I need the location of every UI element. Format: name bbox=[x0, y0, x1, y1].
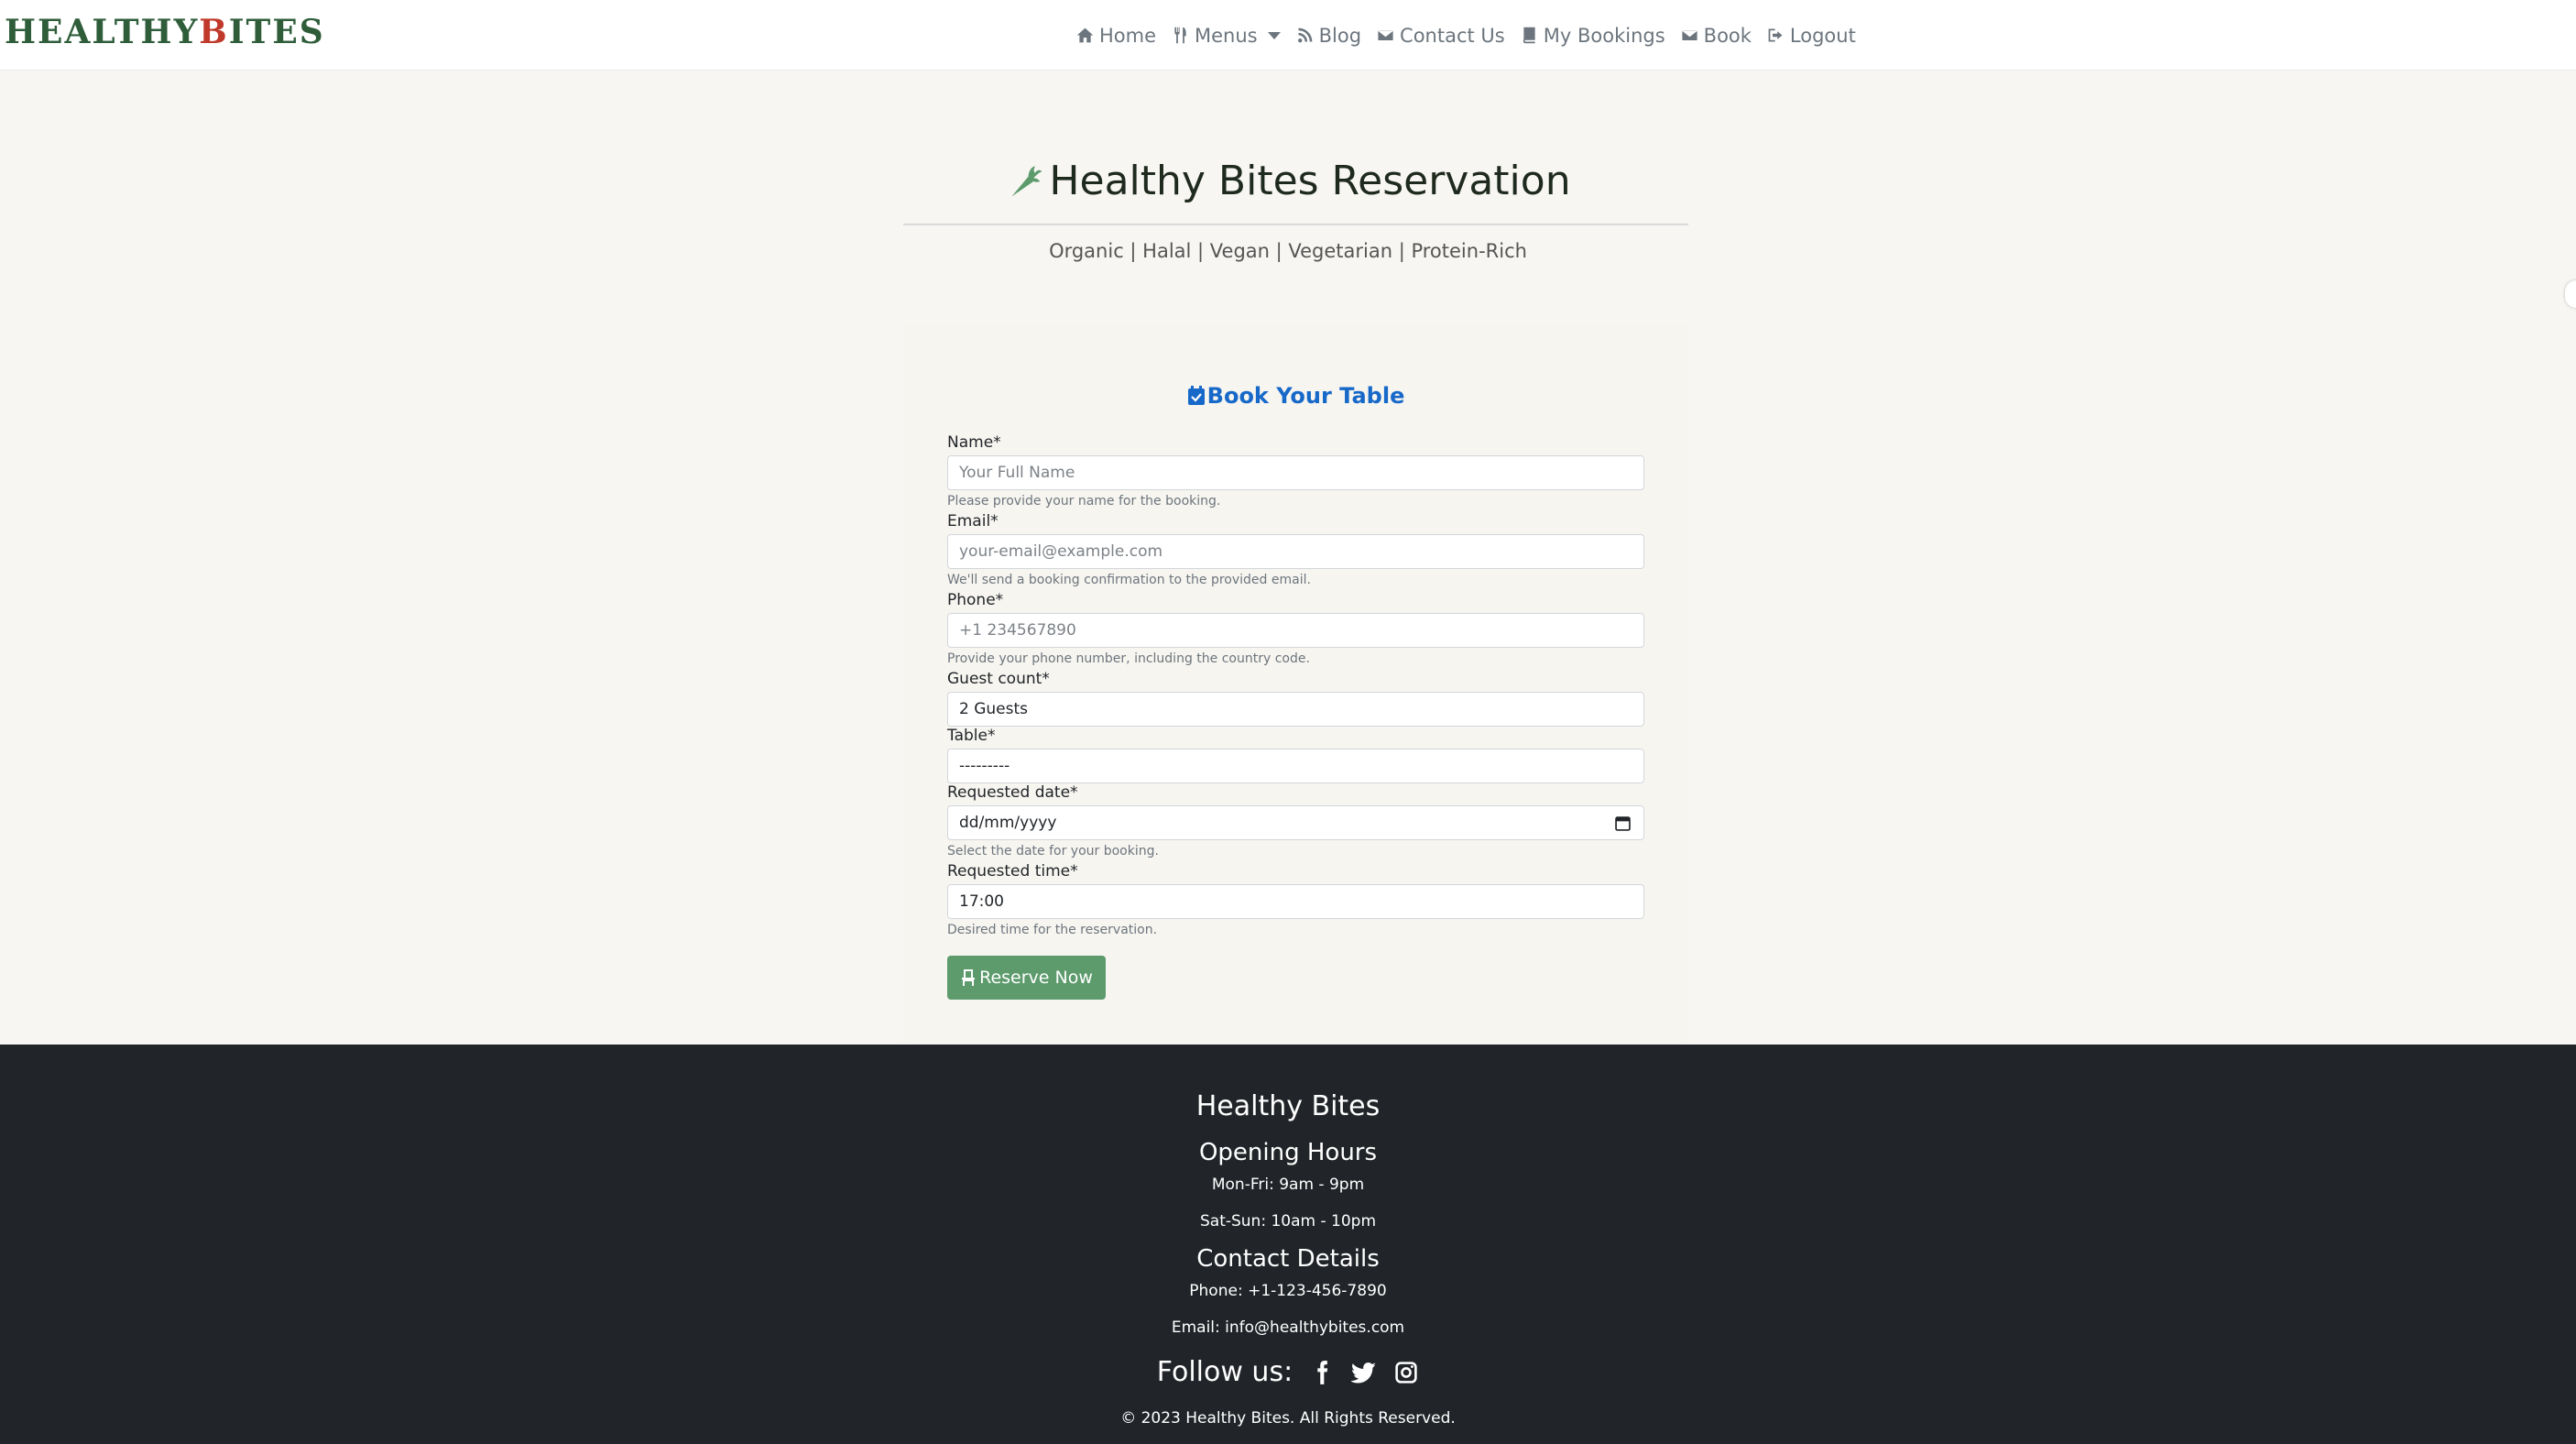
carrot-icon bbox=[1011, 166, 1042, 196]
date-label: Requested date* bbox=[947, 783, 1078, 802]
facebook-icon[interactable] bbox=[1309, 1360, 1335, 1385]
envelope-icon bbox=[1680, 28, 1698, 42]
twitter-icon[interactable] bbox=[1351, 1360, 1377, 1385]
follow-us-label: Follow us: bbox=[1156, 1356, 1293, 1388]
utensils-icon bbox=[1174, 27, 1186, 44]
time-input[interactable]: 17:00 bbox=[947, 884, 1644, 919]
time-label: Requested time* bbox=[947, 862, 1078, 881]
brand-accent: B bbox=[199, 13, 229, 51]
booking-form-card: Book Your Table Name* Your Full Name Ple… bbox=[903, 323, 1688, 1045]
chair-icon bbox=[962, 969, 976, 986]
nav-book[interactable]: Book bbox=[1680, 25, 1752, 47]
calendar-check-icon bbox=[1187, 386, 1205, 405]
guest-count-select[interactable]: 2 Guests bbox=[947, 692, 1644, 727]
nav-bookings[interactable]: My Bookings bbox=[1520, 25, 1665, 47]
email-input[interactable]: your-email@example.com bbox=[947, 534, 1644, 569]
opening-hours-heading: Opening Hours bbox=[1198, 1139, 1378, 1166]
nav-blog-label: Blog bbox=[1318, 24, 1362, 47]
nav-book-label: Book bbox=[1703, 24, 1752, 47]
calendar-icon[interactable] bbox=[1615, 815, 1631, 831]
nav-menus[interactable]: Menus bbox=[1171, 25, 1281, 47]
nav-menus-label: Menus bbox=[1195, 24, 1258, 47]
date-input-value: dd/mm/yyyy bbox=[959, 814, 1057, 832]
footer-brand: Healthy Bites bbox=[1195, 1090, 1381, 1122]
envelope-icon bbox=[1377, 28, 1394, 42]
page-title-text: Healthy Bites Reservation bbox=[1049, 158, 1571, 204]
chevron-down-icon bbox=[1267, 31, 1281, 39]
brand-logo[interactable]: HEALTHYBITES bbox=[5, 13, 325, 51]
hours-weekday: Mon-Fri: 9am - 9pm bbox=[1211, 1176, 1365, 1194]
nav-blog[interactable]: Blog bbox=[1295, 25, 1361, 47]
table-select[interactable]: --------- bbox=[947, 749, 1644, 783]
date-help: Select the date for your booking. bbox=[947, 844, 1159, 859]
home-icon bbox=[1076, 27, 1094, 43]
nav-bookings-label: My Bookings bbox=[1543, 24, 1665, 47]
name-help: Please provide your name for the booking… bbox=[947, 494, 1221, 509]
follow-us: Follow us: bbox=[0, 1356, 2576, 1388]
book-icon bbox=[1523, 27, 1535, 44]
nav-home[interactable]: Home bbox=[1075, 25, 1156, 47]
name-input[interactable]: Your Full Name bbox=[947, 455, 1644, 490]
guest-count-label: Guest count* bbox=[947, 670, 1050, 688]
table-label: Table* bbox=[947, 727, 996, 745]
main-nav: Home Menus Blog Contact Us My Bookings B… bbox=[1075, 0, 1856, 71]
time-help: Desired time for the reservation. bbox=[947, 923, 1158, 937]
nav-logout[interactable]: Logout bbox=[1766, 25, 1856, 47]
hours-weekend: Sat-Sun: 10am - 10pm bbox=[1199, 1212, 1376, 1231]
tagline: Organic | Halal | Vegan | Vegetarian | P… bbox=[1049, 240, 1527, 262]
phone-input[interactable]: +1 234567890 bbox=[947, 613, 1644, 648]
form-title-text: Book Your Table bbox=[1206, 383, 1405, 409]
reserve-now-label: Reserve Now bbox=[979, 968, 1093, 988]
top-navbar: HEALTHYBITES Home Menus Blog Contact Us … bbox=[0, 0, 2576, 71]
side-panel-tab[interactable] bbox=[2565, 280, 2576, 308]
brand-part1: HEALTHY bbox=[5, 13, 200, 51]
nav-home-label: Home bbox=[1099, 24, 1157, 47]
reserve-now-button[interactable]: Reserve Now bbox=[947, 956, 1106, 1000]
email-help: We'll send a booking confirmation to the… bbox=[947, 573, 1311, 587]
nav-contact-label: Contact Us bbox=[1400, 24, 1505, 47]
logout-icon bbox=[1768, 28, 1783, 42]
site-footer: Healthy Bites Opening Hours Mon-Fri: 9am… bbox=[0, 1045, 2576, 1444]
page-title: Healthy Bites Reservation bbox=[0, 158, 2576, 204]
email-label: Email* bbox=[947, 512, 999, 531]
phone-label: Phone* bbox=[947, 591, 1004, 609]
copyright: © 2023 Healthy Bites. All Rights Reserve… bbox=[1120, 1409, 1456, 1428]
date-input[interactable]: dd/mm/yyyy bbox=[947, 805, 1644, 840]
footer-phone: Phone: +1-123-456-7890 bbox=[1189, 1282, 1387, 1300]
name-label: Name* bbox=[947, 433, 1001, 452]
form-title: Book Your Table bbox=[903, 383, 1688, 409]
nav-logout-label: Logout bbox=[1789, 24, 1856, 47]
phone-help: Provide your phone number, including the… bbox=[947, 651, 1310, 666]
instagram-icon[interactable] bbox=[1393, 1360, 1419, 1385]
title-divider bbox=[903, 224, 1688, 225]
nav-contact[interactable]: Contact Us bbox=[1376, 25, 1505, 47]
blog-icon bbox=[1297, 27, 1312, 43]
footer-email: Email: info@healthybites.com bbox=[1171, 1318, 1405, 1337]
brand-part2: ITES bbox=[228, 13, 325, 51]
contact-details-heading: Contact Details bbox=[1196, 1245, 1380, 1273]
